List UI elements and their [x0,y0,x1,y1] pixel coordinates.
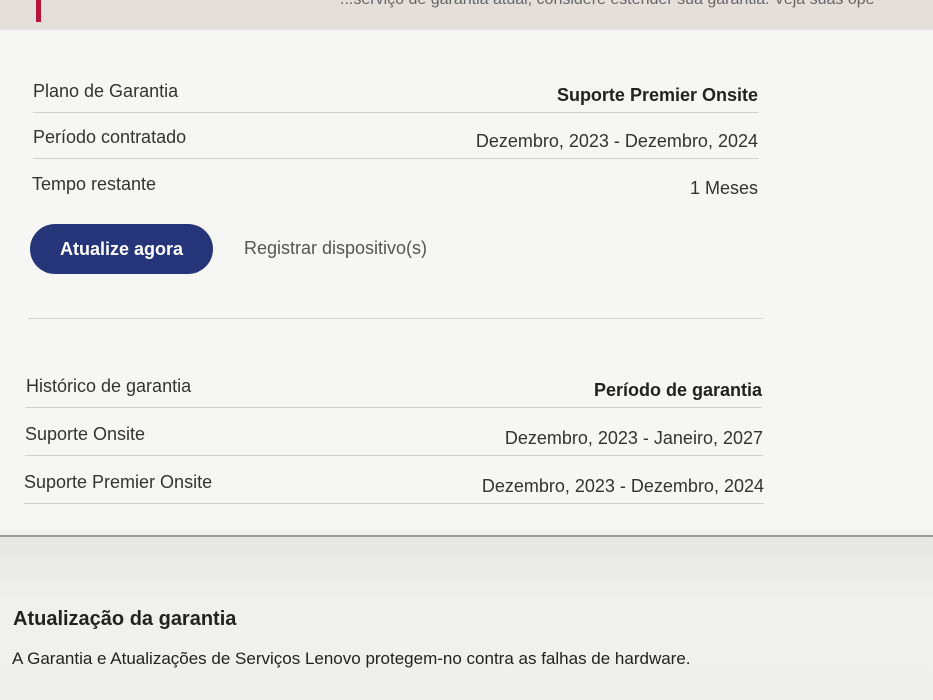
warranty-alert-banner: ...serviço de garantia atual, considere … [0,0,933,32]
upgrade-title: Atualização da garantia [13,608,237,630]
warranty-plan-value: Suporte Premier Onsite [556,85,758,105]
history-row-onsite: Suporte Onsite Dezembro, 2023 - Janeiro,… [25,408,763,456]
history-header-value: Período de garantia [593,380,762,400]
update-now-button[interactable]: Atualize agora [30,224,213,274]
history-onsite-value: Dezembro, 2023 - Janeiro, 2027 [504,428,763,448]
warranty-period-value: Dezembro, 2023 - Dezembro, 2024 [475,131,758,151]
warranty-plan-label: Plano de Garantia [33,81,179,101]
alert-text: ...serviço de garantia atual, considere … [340,0,875,9]
warranty-row-period: Período contratado Dezembro, 2023 - Deze… [33,113,758,159]
warranty-row-remaining: Tempo restante 1 Meses [32,159,758,205]
warranty-period-label: Período contratado [33,127,187,147]
history-header-label: Histórico de garantia [26,376,192,396]
history-premier-label: Suporte Premier Onsite [24,472,213,492]
section-divider [28,318,763,319]
history-onsite-label: Suporte Onsite [25,424,146,444]
history-premier-value: Dezembro, 2023 - Dezembro, 2024 [481,476,764,496]
upgrade-description: A Garantia e Atualizações de Serviços Le… [12,649,691,668]
register-devices-link[interactable]: Registrar dispositivo(s) [244,238,427,259]
history-row-premier: Suporte Premier Onsite Dezembro, 2023 - … [24,456,764,504]
alert-accent-bar [36,0,41,22]
warranty-row-plan: Plano de Garantia Suporte Premier Onsite [33,70,758,113]
warranty-page: ...serviço de garantia atual, considere … [0,0,933,700]
warranty-remaining-label: Tempo restante [32,174,157,194]
warranty-remaining-value: 1 Meses [689,178,758,198]
history-header-row: Histórico de garantia Período de garanti… [26,362,762,408]
